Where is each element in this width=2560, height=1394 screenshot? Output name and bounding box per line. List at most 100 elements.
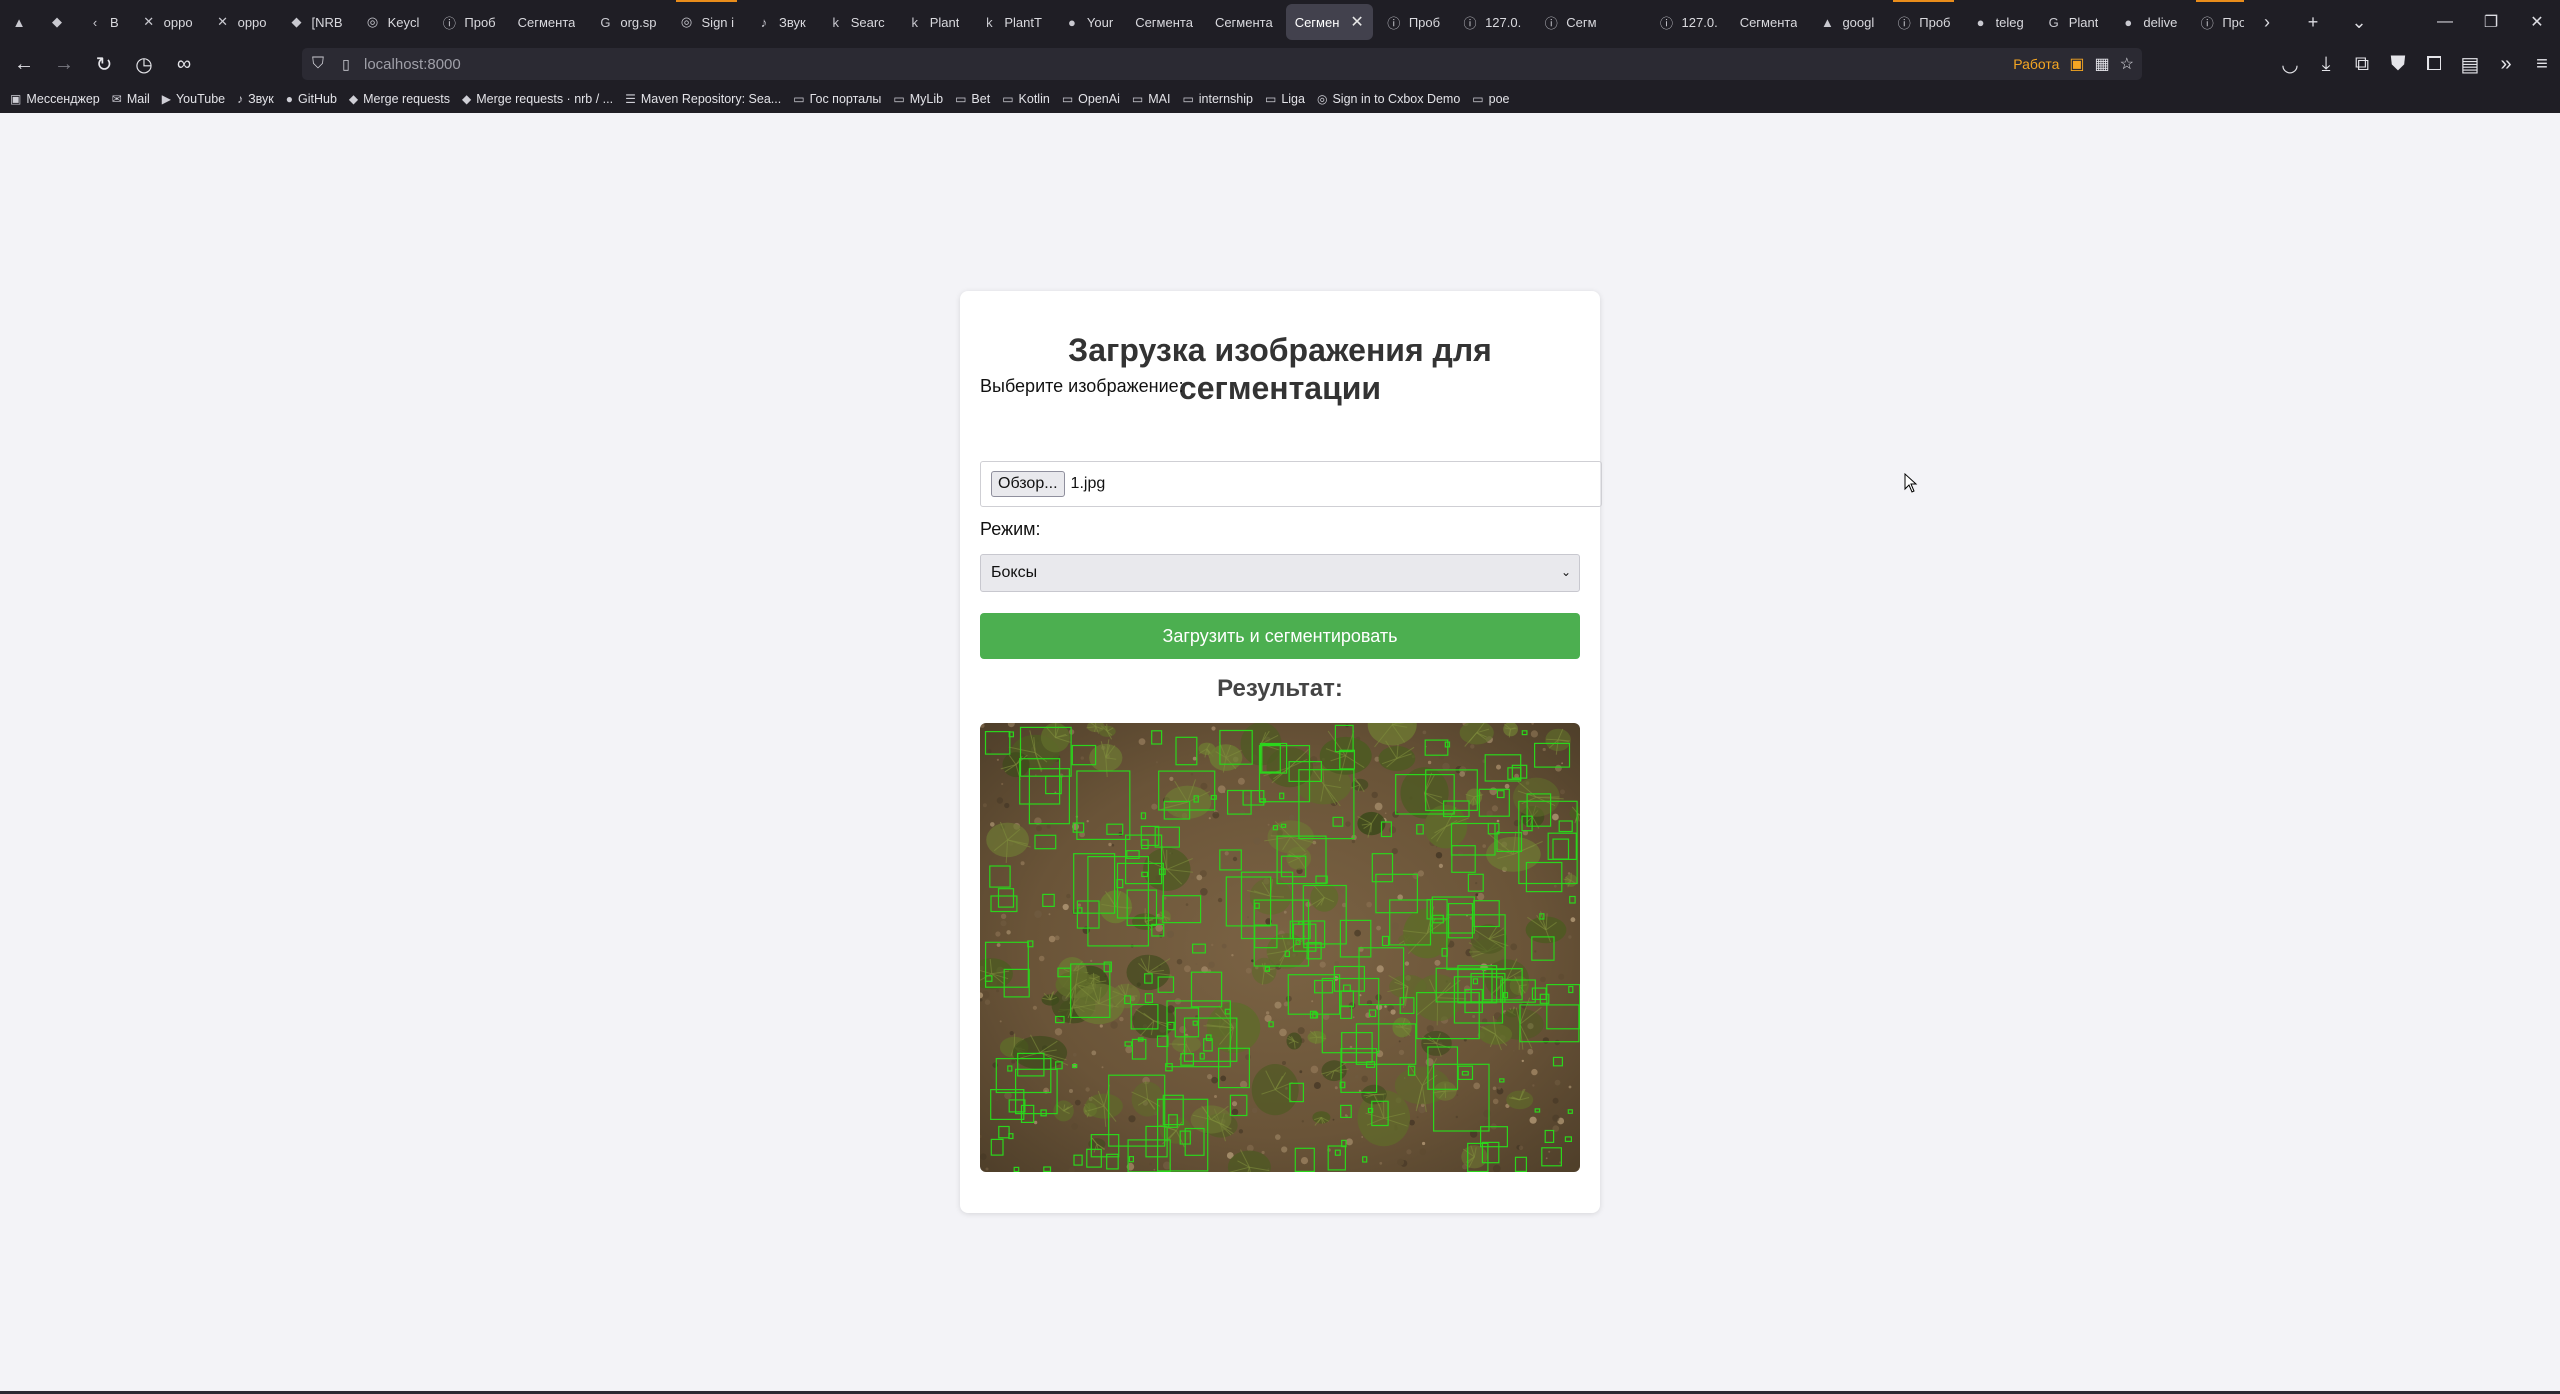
minimize-icon[interactable]: — [2422, 0, 2468, 44]
extension-infinity-icon[interactable]: ∞ [164, 44, 204, 84]
browse-button[interactable]: Обзор... [991, 471, 1065, 497]
tab[interactable]: ♪ Звук [747, 4, 815, 40]
bookmark-item[interactable]: ◆ Merge requests · nrb / ... [462, 92, 613, 106]
address-bar[interactable]: ⛉ ▯ localhost:8000 Работа ▣ ▦ ☆ [302, 48, 2142, 80]
bookmark-item[interactable]: ▭ MAI [1132, 92, 1171, 106]
restore-icon[interactable]: ❐ [2468, 0, 2514, 44]
bookmark-item[interactable]: ✉ Mail [112, 92, 150, 106]
tab[interactable]: ⓘ Проб [432, 4, 504, 40]
tab[interactable]: ◆ [40, 4, 74, 40]
bookmark-item[interactable]: ◎ Sign in to Cxbox Demo [1317, 92, 1460, 106]
tracking-protection-icon[interactable]: ⛉ [302, 55, 334, 73]
translate-icon[interactable]: ⧉ [2344, 44, 2380, 84]
tab[interactable]: Сегмента [1126, 4, 1202, 40]
bookmark-item[interactable]: ▣ Мессенджер [10, 92, 100, 106]
mode-select[interactable]: Боксы ⌄ [980, 554, 1580, 592]
extensions-icon[interactable]: ⧠ [2416, 44, 2452, 84]
new-tab-icon[interactable]: + [2290, 0, 2336, 44]
forward-icon[interactable]: → [44, 44, 84, 84]
scroll-tabs-right-icon[interactable]: › [2244, 0, 2290, 44]
tab[interactable]: ✕ oppo [132, 4, 202, 40]
tab[interactable]: ⓘ Проб [1377, 4, 1449, 40]
tab[interactable]: ⓘ Сегм [1534, 4, 1605, 40]
bookmark-star-icon[interactable]: ☆ [2120, 54, 2134, 74]
tab[interactable]: ● delive [2111, 4, 2186, 40]
bookmark-item[interactable]: ▭ MyLib [893, 92, 943, 106]
github-icon: ● [285, 91, 293, 106]
maven-icon: ☰ [625, 91, 636, 106]
bookmark-item[interactable]: ▭ OpenAi [1062, 92, 1120, 106]
pocket-icon[interactable]: ◡ [2272, 44, 2308, 84]
tab-label: Plant [929, 14, 960, 30]
bookmark-item[interactable]: ▭ internship [1182, 92, 1253, 106]
reload-icon[interactable]: ↻ [84, 44, 124, 84]
sidebar-icon[interactable]: ▤ [2452, 44, 2488, 84]
tab[interactable]: Сегмента [1206, 4, 1282, 40]
bookmark-item[interactable]: ▭ Kotlin [1002, 92, 1050, 106]
more-tools-icon[interactable]: » [2488, 44, 2524, 84]
bookmark-item[interactable]: ● GitHub [286, 92, 337, 106]
page-info-icon[interactable]: ▯ [334, 56, 358, 73]
bookmark-item[interactable]: ▭ Bet [955, 92, 990, 106]
mail-icon: ✉ [111, 91, 122, 106]
file-input[interactable]: Обзор... 1.jpg [980, 461, 1602, 507]
bookmark-label: Merge requests [363, 91, 450, 106]
tab-label: Plant [2068, 14, 2099, 30]
folder-icon: ▭ [1061, 91, 1074, 106]
tab[interactable]: ✕ oppo [206, 4, 276, 40]
github-icon: ● [1976, 14, 1985, 30]
bookmark-item[interactable]: ▭ Гос порталы [793, 92, 881, 106]
list-all-tabs-icon[interactable]: ⌄ [2336, 0, 2382, 44]
tab[interactable]: G Plant [2037, 4, 2108, 40]
file-label: Выберите изображение: [980, 376, 1184, 396]
tab[interactable]: ◎ Sign i [670, 0, 744, 40]
tab[interactable]: ⓘ Проб [1887, 0, 1959, 40]
close-tab-icon[interactable]: ✕ [1350, 12, 1363, 32]
tab[interactable]: ⓘ 127.0. [1453, 4, 1530, 40]
tab[interactable]: Gorg.sp [588, 4, 665, 40]
tab-label: Проб [1408, 14, 1441, 30]
bookmark-label: Merge requests · nrb / ... [476, 91, 614, 106]
bookmark-item[interactable]: ▶ YouTube [162, 92, 225, 106]
tab-label: Keycl [387, 14, 420, 30]
tab[interactable]: Сегмента [509, 4, 585, 40]
downloads-icon[interactable]: ⤓ [2308, 44, 2344, 84]
history-icon[interactable]: ◷ [124, 44, 164, 84]
grid-icon[interactable]: ▦ [2095, 54, 2110, 74]
tab[interactable]: ● teleg [1964, 4, 2033, 40]
mouse-cursor-icon [1904, 473, 1918, 493]
tab-label: Звук [779, 14, 806, 30]
folder-icon: ▭ [1182, 91, 1194, 106]
url-text[interactable]: localhost:8000 [364, 56, 461, 73]
tab[interactable]: k Searc [819, 4, 894, 40]
bookmark-item[interactable]: ▭ poe [1472, 92, 1509, 106]
close-window-icon[interactable]: ✕ [2514, 0, 2560, 44]
tab[interactable]: ‹ B [78, 4, 128, 40]
tab[interactable]: k PlantT [972, 4, 1051, 40]
tab[interactable]: Сегмента [1731, 4, 1807, 40]
tab[interactable]: k Plant [898, 4, 969, 40]
tab[interactable]: ⓘ Проб [2190, 0, 2244, 40]
tab-active[interactable]: Сегмен ✕ [1285, 4, 1373, 40]
mode-label: Режим: [980, 519, 1041, 539]
ublock-shield-icon[interactable]: ⛊ [2380, 44, 2416, 84]
tab-label: B [110, 14, 119, 30]
tab-label: Сегмен [1294, 14, 1340, 30]
tab-label: Searc [850, 14, 885, 30]
menu-icon[interactable]: ≡ [2524, 44, 2560, 84]
tab[interactable]: ◎ Keycl [356, 4, 429, 40]
bookmark-item[interactable]: ♪ Звук [237, 92, 274, 106]
bookmark-label: Kotlin [1018, 91, 1050, 106]
bookmark-item[interactable]: ◆ Merge requests [349, 92, 450, 106]
tab[interactable]: ▲ googl [1810, 4, 1883, 40]
tab-label: 127.0. [1681, 14, 1718, 30]
tab[interactable]: ⓘ 127.0. [1650, 4, 1727, 40]
tab[interactable]: ◆ [NRB [280, 4, 352, 40]
keycloak-icon: ◎ [680, 14, 693, 29]
tab[interactable]: ▲ [2, 4, 36, 40]
upload-segment-button[interactable]: Загрузить и сегментировать [980, 613, 1580, 659]
back-icon[interactable]: ← [4, 44, 44, 84]
bookmark-item[interactable]: ☰ Maven Repository: Sea... [625, 92, 781, 106]
bookmark-item[interactable]: ▭ Liga [1265, 92, 1305, 106]
tab[interactable]: ● Your [1055, 4, 1122, 40]
